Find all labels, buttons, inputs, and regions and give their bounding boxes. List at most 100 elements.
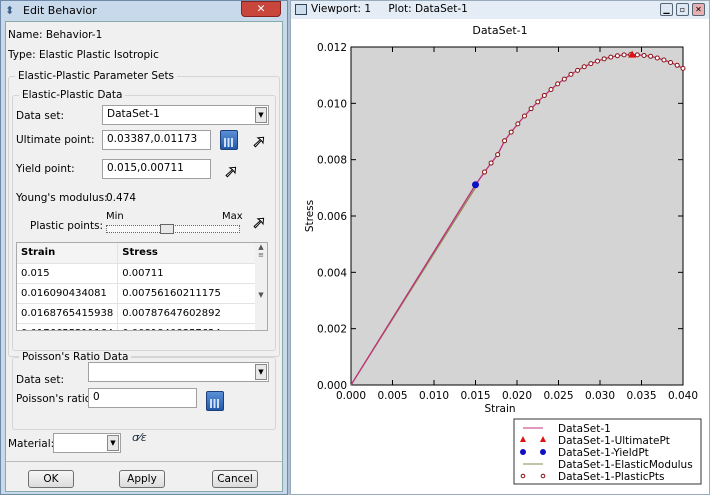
legend-entry: DataSet-1 — [558, 423, 611, 435]
apply-button[interactable]: Apply — [119, 470, 165, 488]
poisson-dataset-select[interactable]: ▼ — [88, 362, 269, 382]
legend-swatch — [540, 449, 546, 455]
plastic-points-label: Plastic points: — [30, 220, 104, 232]
cancel-button[interactable]: Cancel — [212, 470, 258, 488]
plastic-point — [495, 152, 501, 158]
plastic-point — [555, 81, 561, 87]
pick-cursor-icon[interactable]: ➚ — [251, 133, 266, 151]
pick-cursor-icon[interactable]: ➚ — [251, 214, 266, 232]
calculator-icon[interactable] — [206, 391, 224, 411]
legend-entry: DataSet-1-YieldPt — [558, 447, 649, 459]
column-header-stress[interactable]: Stress — [117, 243, 267, 264]
plastic-point — [521, 113, 527, 119]
plastic-point — [488, 160, 494, 166]
cell-strain[interactable]: 0.015 — [17, 263, 119, 284]
divider — [6, 461, 282, 462]
cell-stress[interactable]: 0.00818408357624 — [117, 323, 267, 330]
table-row[interactable]: 0.016090434081 0.00756160211175 — [17, 283, 267, 304]
close-button[interactable]: ✕ — [241, 1, 281, 17]
plastic-point — [641, 52, 647, 58]
group-label: Elastic-Plastic Data — [19, 89, 126, 101]
x-axis-label: Strain — [484, 403, 515, 415]
y-tick-label: 0.000 — [317, 380, 347, 392]
ok-button[interactable]: OK — [28, 470, 74, 488]
calculator-icon[interactable] — [220, 130, 238, 150]
x-tick-label: 0.020 — [502, 390, 532, 402]
x-tick-label: 0.030 — [585, 390, 615, 402]
window-menu-icon[interactable] — [295, 4, 307, 15]
chevron-down-icon: ▼ — [255, 107, 267, 123]
plastic-point — [680, 65, 686, 71]
legend-swatch — [520, 449, 526, 455]
material-label: Material: — [8, 438, 55, 450]
table-row[interactable]: 0.01766552111640.00818408357624 — [17, 323, 267, 330]
stress-strain-chart: DataSet-1 0.000 0.005 0.010 0.015 0.020 0.025… — [304, 24, 702, 485]
plastic-point — [575, 67, 581, 73]
y-tick-label: 0.006 — [317, 211, 347, 223]
slider-min-label: Min — [106, 211, 124, 222]
ultimate-label: Ultimate point: — [16, 134, 95, 146]
cell-stress[interactable]: 0.00756160211175 — [117, 283, 267, 304]
cell-strain[interactable]: 0.016090434081 — [17, 283, 119, 304]
legend-entry: DataSet-1-PlasticPts — [558, 471, 664, 483]
y-tick-label: 0.002 — [317, 324, 347, 336]
table-row[interactable]: 0.0168765415938 0.00787647602892 — [17, 303, 267, 324]
cell-strain[interactable]: 0.0168765415938 — [17, 303, 119, 324]
plastic-point — [614, 53, 620, 59]
plastic-point — [601, 56, 607, 62]
plastic-point — [541, 92, 547, 98]
plastic-point — [548, 87, 554, 93]
dataset-select[interactable]: DataSet-1 ▼ — [102, 105, 269, 125]
viewport-titlebar[interactable]: Viewport: 1 Plot: DataSet-1 ▁ ▫ ✕ — [291, 1, 709, 19]
plastic-point — [482, 169, 488, 175]
move-icon: ⬍ — [5, 4, 15, 17]
chevron-down-icon: ▼ — [255, 364, 267, 380]
plastic-point — [568, 71, 574, 77]
plastic-points-slider[interactable] — [106, 224, 240, 234]
cell-stress[interactable]: 0.00787647602892 — [117, 303, 267, 324]
plastic-point — [515, 121, 521, 127]
table-row[interactable]: 0.015 0.00711 — [17, 263, 267, 284]
plot-title: Plot: DataSet-1 — [388, 3, 468, 15]
plastic-point — [654, 55, 660, 61]
yield-point — [472, 181, 479, 189]
plastic-point — [581, 64, 587, 70]
y-tick-label: 0.012 — [317, 42, 347, 54]
slider-thumb[interactable] — [160, 224, 175, 234]
legend-swatch — [520, 473, 526, 479]
dialog-body: Name: Behavior-1 Type: Elastic Plastic I… — [5, 21, 283, 492]
plastic-point — [648, 53, 654, 59]
minimize-icon[interactable]: ▁ — [660, 3, 673, 16]
x-tick-label: 0.005 — [377, 390, 407, 402]
dialog-title: Edit Behavior — [23, 4, 97, 17]
chevron-down-icon: ▼ — [107, 435, 119, 451]
restore-icon[interactable]: ▫ — [676, 3, 689, 16]
plastic-point — [561, 76, 567, 82]
stress-strain-curve-icon[interactable]: σ⁄ε — [132, 431, 147, 444]
x-tick-label: 0.040 — [668, 390, 698, 402]
cell-strain[interactable]: 0.0176655211164 — [17, 323, 119, 330]
plastic-point — [608, 54, 614, 60]
pick-cursor-icon[interactable]: ➚ — [223, 163, 238, 181]
x-tick-label: 0.010 — [419, 390, 449, 402]
table-scrollbar[interactable]: ▲ ≡ ▼ — [255, 243, 267, 330]
x-tick-label: 0.025 — [543, 390, 573, 402]
ultimate-point-input[interactable]: 0.03387,0.01173 — [102, 130, 211, 150]
table-header: Strain Stress — [17, 243, 267, 264]
group-label: Elastic-Plastic Parameter Sets — [15, 70, 178, 82]
plastic-point — [535, 99, 541, 105]
poisson-ratio-input[interactable]: 0 — [88, 388, 197, 408]
legend-entry: DataSet-1-ElasticModulus — [558, 459, 693, 471]
close-icon[interactable]: ✕ — [692, 3, 705, 16]
yield-point-input[interactable]: 0.015,0.00711 — [102, 159, 211, 179]
legend-swatch — [540, 473, 546, 479]
plastic-point — [508, 129, 514, 135]
youngs-value: 0.474 — [106, 192, 137, 204]
cell-stress[interactable]: 0.00711 — [117, 263, 267, 284]
plastic-points-table[interactable]: Strain Stress 0.015 0.00711 0.016090434081… — [16, 242, 268, 331]
plastic-point — [595, 58, 601, 64]
column-header-strain[interactable]: Strain — [17, 243, 119, 264]
x-tick-label: 0.015 — [460, 390, 490, 402]
material-select[interactable]: ▼ — [53, 433, 121, 453]
x-tick-label: 0.035 — [626, 390, 656, 402]
